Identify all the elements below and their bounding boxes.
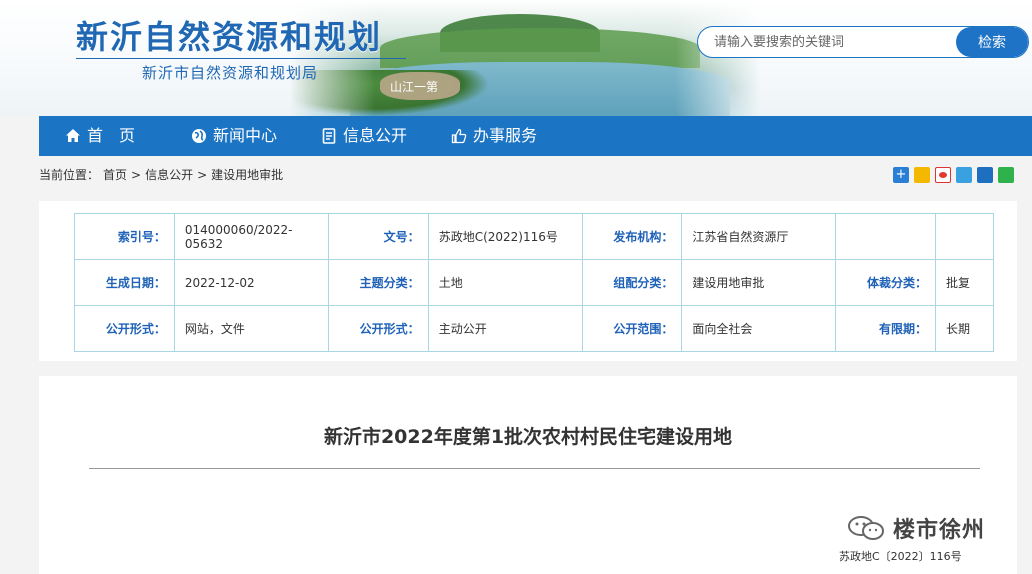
- article-body: 新沂市2022年度第1批次农村村民住宅建设用地 楼市徐州 苏政地C〔2022〕1…: [39, 376, 1017, 574]
- nav-item-info-disclosure[interactable]: 信息公开: [321, 116, 407, 156]
- watermark: 楼市徐州: [847, 512, 985, 544]
- qzone-icon[interactable]: [914, 167, 930, 183]
- metadata-table: 索引号： 014000060/2022-05632 文号： 苏政地C(2022)…: [74, 213, 994, 352]
- watermark-text: 楼市徐州: [893, 518, 986, 543]
- wechat-icon[interactable]: [998, 167, 1014, 183]
- tencent-icon[interactable]: [956, 167, 972, 183]
- meta-key: [835, 213, 937, 260]
- scene-caption: 山江一第: [390, 80, 439, 94]
- meta-key: 有限期：: [835, 305, 937, 352]
- meta-value: 网站，文件: [173, 305, 329, 352]
- globe-icon: [192, 129, 206, 143]
- main-nav: 首 页 新闻中心 信息公开 办事服务: [39, 116, 1032, 156]
- header-banner: 山江一第 新沂自然资源和规划 新沂市自然资源和规划局 检索: [0, 0, 1032, 116]
- meta-key: 索引号：: [74, 213, 175, 260]
- renren-icon[interactable]: [977, 167, 993, 183]
- breadcrumb-link-home[interactable]: 首页: [103, 166, 127, 183]
- meta-value: 建设用地审批: [681, 259, 837, 306]
- table-row: 生成日期： 2022-12-02 主题分类： 土地 组配分类： 建设用地审批 体…: [74, 259, 994, 306]
- meta-key: 公开形式：: [74, 305, 175, 352]
- meta-key: 主题分类：: [327, 259, 429, 306]
- meta-value: 批复: [935, 259, 994, 306]
- meta-value: 2022-12-02: [173, 259, 329, 306]
- meta-value: 主动公开: [427, 305, 583, 352]
- nav-item-label: 首 页: [87, 126, 136, 145]
- document-icon: [322, 128, 336, 144]
- thumbs-up-icon: [451, 128, 467, 144]
- title-divider: [89, 468, 980, 469]
- meta-value: 土地: [427, 259, 583, 306]
- meta-key: 组配分类：: [581, 259, 683, 306]
- meta-key: 体裁分类：: [835, 259, 937, 306]
- wechat-watermark-icon: [848, 516, 884, 540]
- meta-key: 生成日期：: [74, 259, 175, 306]
- search-input[interactable]: [698, 27, 956, 57]
- nav-item-news[interactable]: 新闻中心: [191, 116, 277, 156]
- nav-item-label: 新闻中心: [213, 126, 278, 145]
- breadcrumb-current[interactable]: 建设用地审批: [211, 166, 283, 183]
- meta-value: 长期: [935, 305, 994, 352]
- share-plus-icon[interactable]: +: [893, 167, 909, 183]
- meta-value: [935, 213, 994, 260]
- breadcrumb: 当前位置： 首页 > 信息公开 > 建设用地审批: [39, 166, 283, 183]
- breadcrumb-link-info[interactable]: 信息公开: [145, 166, 193, 183]
- breadcrumb-prefix: 当前位置：: [39, 168, 100, 182]
- search-box: 检索: [697, 26, 1029, 58]
- meta-value: 面向全社会: [681, 305, 837, 352]
- weibo-icon[interactable]: [935, 167, 951, 183]
- nav-item-services[interactable]: 办事服务: [451, 116, 537, 156]
- meta-key: 公开范围：: [581, 305, 683, 352]
- search-button[interactable]: 检索: [956, 27, 1028, 57]
- meta-value: 江苏省自然资源厅: [681, 213, 837, 260]
- nav-item-label: 办事服务: [473, 126, 538, 145]
- meta-value: 014000060/2022-05632: [173, 213, 329, 260]
- document-number: 苏政地C〔2022〕116号: [839, 550, 962, 563]
- nav-item-label: 信息公开: [343, 126, 408, 145]
- table-row: 索引号： 014000060/2022-05632 文号： 苏政地C(2022)…: [74, 213, 994, 260]
- table-row: 公开形式： 网站，文件 公开形式： 主动公开 公开范围： 面向全社会 有限期： …: [74, 305, 994, 352]
- title-divider: [76, 58, 406, 59]
- site-title: 新沂自然资源和规划: [76, 18, 383, 56]
- breadcrumb-separator: >: [131, 167, 142, 182]
- nav-item-home[interactable]: 首 页: [65, 116, 135, 156]
- site-subtitle: 新沂市自然资源和规划局: [142, 64, 319, 82]
- share-toolbar: +: [893, 167, 1014, 183]
- article-title: 新沂市2022年度第1批次农村村民住宅建设用地: [323, 426, 733, 448]
- metadata-panel: 索引号： 014000060/2022-05632 文号： 苏政地C(2022)…: [39, 201, 1017, 361]
- meta-value: 苏政地C(2022)116号: [427, 213, 583, 260]
- home-icon: [66, 129, 80, 142]
- meta-key: 公开形式：: [327, 305, 429, 352]
- meta-key: 文号：: [327, 213, 429, 260]
- meta-key: 发布机构：: [581, 213, 683, 260]
- breadcrumb-separator: >: [197, 167, 208, 182]
